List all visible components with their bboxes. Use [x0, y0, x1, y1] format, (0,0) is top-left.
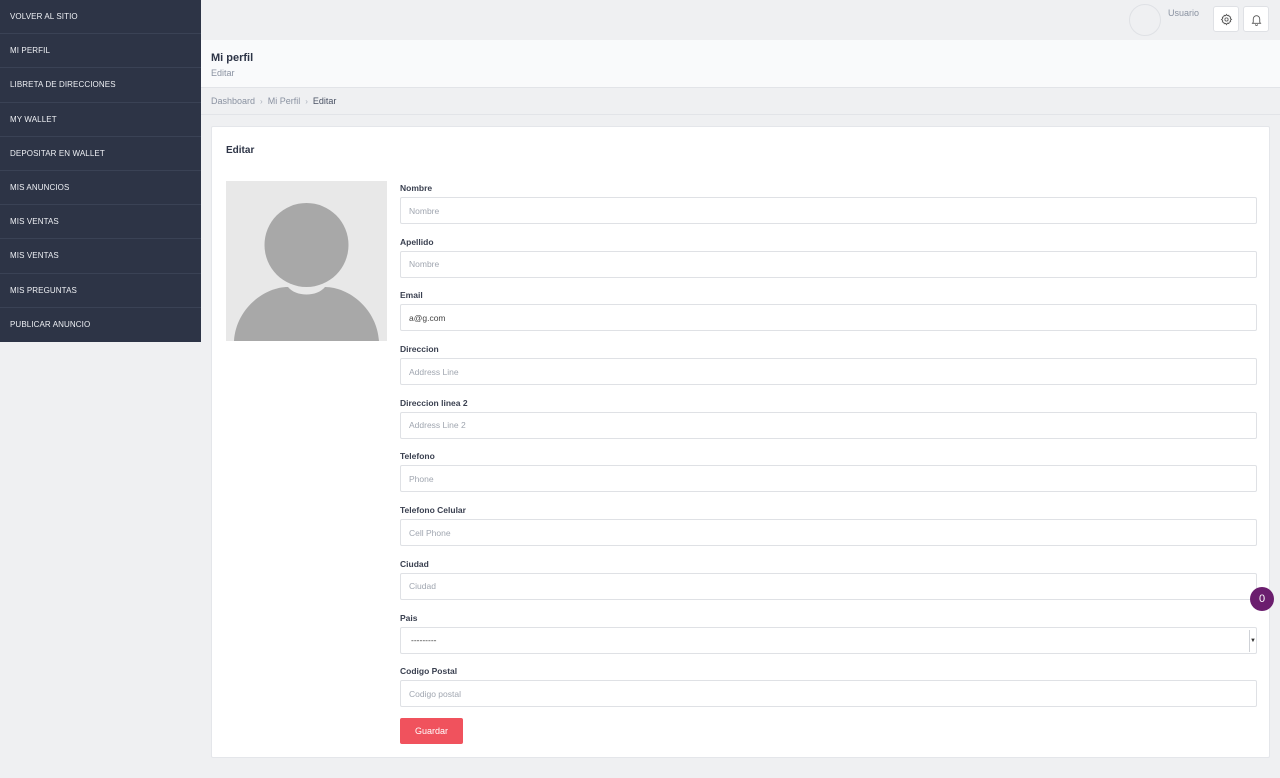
ciudad-input[interactable] [400, 572, 1257, 600]
field-direccion-linea-2: Direccion linea 2 [400, 396, 1257, 450]
field-label: Telefono Celular [400, 505, 466, 516]
chevron-right-icon: › [260, 96, 263, 106]
nombre-input[interactable] [400, 197, 1257, 224]
field-telefono: Telefono [400, 449, 1257, 503]
profile-form: Nombre Apellido Email Direccion Direccio… [400, 181, 1257, 718]
field-label: Direccion linea 2 [400, 397, 468, 408]
breadcrumb-mi-perfil[interactable]: Mi Perfil [268, 96, 301, 106]
breadcrumb-current: Editar [312, 96, 337, 106]
sidebar-item-mi-perfil[interactable]: MI PERFIL [0, 34, 201, 69]
breadcrumb: Dashboard › Mi Perfil › Editar [201, 88, 1280, 115]
codigo-postal-input[interactable] [400, 680, 1257, 708]
apellido-input[interactable] [400, 250, 1257, 278]
field-label: Apellido [400, 236, 434, 247]
direccion-linea-2-input[interactable] [400, 411, 1257, 439]
page-header: Mi perfil Editar [201, 40, 1280, 88]
dropdown-arrow-icon: ▼ [1249, 629, 1256, 652]
field-label: Ciudad [400, 558, 429, 569]
sidebar-item-libreta-de-direcciones[interactable]: LIBRETA DE DIRECCIONES [0, 68, 201, 103]
field-label: Pais [400, 612, 418, 623]
sidebar-item-mis-ventas[interactable]: MIS VENTAS [0, 205, 201, 240]
user-placeholder-icon [226, 181, 387, 341]
telefono-celular-input[interactable] [400, 519, 1257, 547]
page-subtitle: Editar [211, 68, 235, 78]
field-pais: Pais --------- ▼ [400, 611, 1257, 665]
direccion-input[interactable] [400, 358, 1257, 386]
sidebar-item-mis-preguntas[interactable]: MIS PREGUNTAS [0, 274, 201, 308]
email-input[interactable] [400, 304, 1257, 332]
sidebar-item-depositar-en-wallet[interactable]: DEPOSITAR EN WALLET [0, 137, 201, 171]
gear-icon [1220, 13, 1232, 25]
field-email: Email [400, 288, 1257, 342]
edit-profile-card: Editar Nombre Apellido Email Direccion D… [211, 126, 1270, 758]
sidebar-item-publicar-anuncio[interactable]: PUBLICAR ANUNCIO [0, 308, 201, 342]
username[interactable]: Usuario [1168, 8, 1199, 18]
sidebar-item-mis-ventas-2[interactable]: MIS VENTAS [0, 239, 201, 274]
chevron-right-icon: › [305, 96, 308, 106]
field-label: Direccion [400, 344, 439, 355]
sidebar: VOLVER AL SITIO MI PERFIL LIBRETA DE DIR… [0, 0, 201, 342]
pais-selected-value: --------- [411, 635, 437, 645]
field-label: Email [400, 290, 423, 301]
field-direccion: Direccion [400, 342, 1257, 396]
sidebar-item-mis-anuncios[interactable]: MIS ANUNCIOS [0, 171, 201, 206]
topbar: Usuario [201, 0, 1280, 40]
field-label: Codigo Postal [400, 666, 458, 677]
breadcrumb-dashboard[interactable]: Dashboard [211, 96, 255, 106]
field-apellido: Apellido [400, 235, 1257, 289]
telefono-input[interactable] [400, 465, 1257, 493]
card-title: Editar [226, 145, 255, 156]
field-telefono-celular: Telefono Celular [400, 503, 1257, 557]
sidebar-item-volver-al-sitio[interactable]: VOLVER AL SITIO [0, 0, 201, 35]
bell-icon [1251, 14, 1261, 26]
avatar[interactable] [1129, 4, 1161, 36]
settings-button[interactable] [1213, 6, 1239, 32]
field-label: Telefono [400, 451, 435, 462]
field-codigo-postal: Codigo Postal [400, 664, 1257, 718]
field-nombre: Nombre [400, 181, 1257, 235]
pais-select[interactable]: --------- ▼ [400, 626, 1257, 654]
notifications-button[interactable] [1243, 6, 1269, 32]
field-ciudad: Ciudad [400, 557, 1257, 611]
save-button[interactable]: Guardar [400, 718, 463, 744]
floating-count-badge[interactable]: 0 [1250, 587, 1274, 611]
page-title: Mi perfil [211, 52, 254, 64]
sidebar-item-my-wallet[interactable]: MY WALLET [0, 103, 201, 137]
profile-photo [226, 181, 387, 341]
field-label: Nombre [400, 183, 433, 193]
